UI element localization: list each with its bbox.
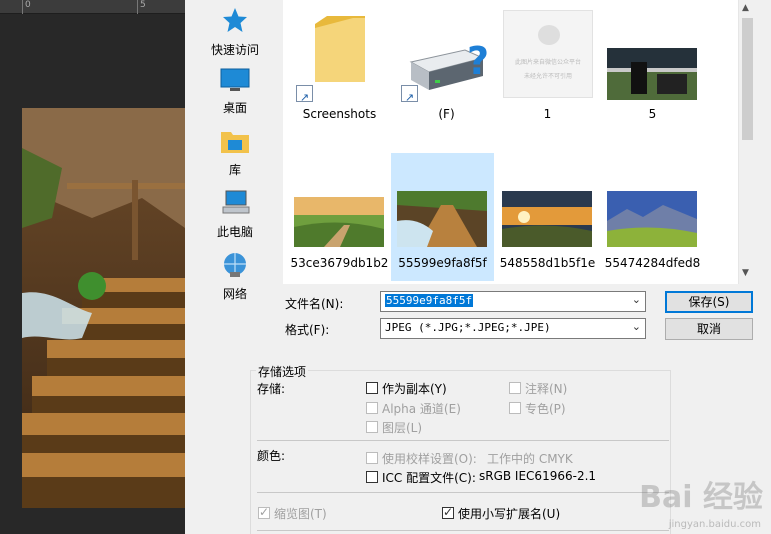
file-name: 1 [543, 107, 552, 121]
nav-this-pc[interactable]: 此电脑 [193, 190, 277, 240]
canvas-image [22, 108, 185, 508]
file-name: 53ce3679db1b2 [290, 256, 389, 270]
proof-value: 工作中的 CMYK [487, 452, 573, 466]
nav-library[interactable]: 库 [193, 128, 277, 178]
nav-label: 此电脑 [216, 225, 253, 239]
file-item-55599e9fa8f5f[interactable]: 55599e9fa8f5f [391, 153, 494, 281]
format-value: JPEG (*.JPG;*.JPEG;*.JPE) [385, 321, 551, 334]
filename-label: 文件名(N): [285, 297, 344, 311]
file-item-55474284dfed8[interactable]: 55474284dfed8 [601, 153, 704, 281]
layers-checkbox[interactable] [366, 421, 378, 433]
icc-value: sRGB IEC61966-2.1 [479, 469, 597, 483]
svg-text:?: ? [467, 44, 489, 83]
chevron-down-icon[interactable]: ⌄ [632, 293, 641, 306]
image-thumbnail: 此图片来自微信公众平台 未经允许不可引用 [503, 10, 593, 98]
file-name: 55599e9fa8f5f [398, 256, 487, 270]
ruler-label: 0 [25, 0, 31, 10]
proof-label: 使用校样设置(O): [382, 452, 477, 466]
image-thumbnail [294, 197, 384, 247]
alpha-checkbox[interactable] [366, 402, 378, 414]
file-name: (F) [438, 107, 455, 121]
image-thumbnail [502, 191, 592, 247]
thumbnail-text: 此图片来自微信公众平台 [514, 59, 581, 66]
file-name: 55474284dfed8 [604, 256, 701, 270]
navigation-pane: 快速访问 桌面 库 此电脑 网络 [185, 0, 283, 301]
library-icon [221, 132, 249, 153]
image-thumbnail [607, 191, 697, 247]
image-thumbnail [607, 48, 697, 100]
spot-label: 专色(P) [525, 402, 566, 416]
computer-icon [222, 190, 250, 214]
shortcut-arrow-icon: ↗ [296, 85, 313, 104]
file-name: 5 [648, 107, 657, 121]
thumbnail-label: 缩览图(T) [274, 507, 327, 521]
file-item-drive-f[interactable]: ? ↗ (F) [395, 0, 498, 128]
color-label: 颜色: [257, 449, 286, 463]
alpha-label: Alpha 通道(E) [382, 402, 461, 416]
filename-value: 55599e9fa8f5f [385, 294, 474, 307]
ruler-label: 5 [140, 0, 146, 10]
icc-label: ICC 配置文件(C): [382, 471, 476, 485]
lowercase-ext-label: 使用小写扩展名(U) [458, 507, 561, 521]
horizontal-ruler: 0 5 [0, 0, 185, 14]
nav-network[interactable]: 网络 [193, 252, 277, 302]
file-name: 548558d1b5f1e [499, 256, 596, 270]
file-item-5[interactable]: 5 [601, 0, 704, 128]
vertical-scrollbar[interactable]: ▲ ▼ [738, 0, 755, 284]
folder-icon [315, 16, 365, 82]
file-list: ↗ Screenshots ? ↗ (F) 此图片来自微信公众平台 未经允许不可… [283, 0, 738, 284]
as-copy-checkbox[interactable] [366, 382, 378, 394]
file-item-53ce3679db1b2[interactable]: 53ce3679db1b2 [288, 153, 391, 281]
layers-label: 图层(L) [382, 421, 423, 435]
baidu-watermark: Bai 经验 [639, 480, 763, 515]
format-label: 格式(F): [285, 323, 330, 337]
divider [257, 530, 669, 531]
chevron-down-icon[interactable]: ⌄ [632, 320, 641, 333]
as-copy-label: 作为副本(Y) [382, 382, 447, 396]
divider [257, 440, 669, 441]
nav-label: 网络 [222, 287, 247, 301]
star-icon [223, 8, 247, 32]
filename-field[interactable]: 55599e9fa8f5f ⌄ [380, 291, 646, 312]
proof-checkbox[interactable] [366, 452, 378, 464]
file-item-1[interactable]: 此图片来自微信公众平台 未经允许不可引用 1 [496, 0, 599, 128]
format-select[interactable]: JPEG (*.JPG;*.JPEG;*.JPE) ⌄ [380, 318, 646, 339]
scroll-up-icon[interactable]: ▲ [742, 3, 749, 13]
image-thumbnail [397, 191, 487, 247]
scroll-down-icon[interactable]: ▼ [742, 268, 749, 278]
cancel-button[interactable]: 取消 [665, 318, 753, 340]
save-as-dialog: 快速访问 桌面 库 此电脑 网络 ↗ Screenshots ? ↗ (F) 此… [185, 0, 771, 534]
nav-label: 桌面 [222, 101, 247, 115]
ruler-tick [137, 0, 138, 14]
ruler-tick [22, 0, 23, 14]
photoshop-workspace: 0 5 [0, 0, 185, 534]
file-name: Screenshots [302, 107, 377, 121]
save-label: 存储: [257, 382, 286, 396]
divider [257, 492, 669, 493]
shortcut-arrow-icon: ↗ [401, 85, 418, 104]
lowercase-ext-checkbox[interactable] [442, 505, 454, 519]
spot-checkbox[interactable] [509, 402, 521, 414]
thumbnail-text: 未经允许不可引用 [523, 73, 572, 80]
file-item-548558d1b5f1e[interactable]: 548558d1b5f1e [496, 153, 599, 281]
wechat-icon [538, 25, 560, 45]
nav-quick-access[interactable]: 快速访问 [193, 6, 277, 58]
drive-icon: ? [409, 44, 489, 90]
thumbnail-checkbox[interactable] [258, 505, 270, 519]
nav-label: 库 [228, 163, 241, 177]
scroll-thumb[interactable] [742, 18, 753, 140]
desktop-icon [220, 68, 250, 91]
annotations-checkbox[interactable] [509, 382, 521, 394]
save-button[interactable]: 保存(S) [665, 291, 753, 313]
baidu-watermark-url: jingyan.baidu.com [668, 519, 761, 530]
options-group-title: 存储选项 [256, 363, 309, 380]
network-icon [224, 253, 246, 277]
icc-checkbox[interactable] [366, 471, 378, 483]
annotations-label: 注释(N) [525, 382, 568, 396]
file-item-screenshots[interactable]: ↗ Screenshots [288, 0, 391, 128]
nav-desktop[interactable]: 桌面 [193, 68, 277, 116]
nav-label: 快速访问 [210, 43, 259, 57]
